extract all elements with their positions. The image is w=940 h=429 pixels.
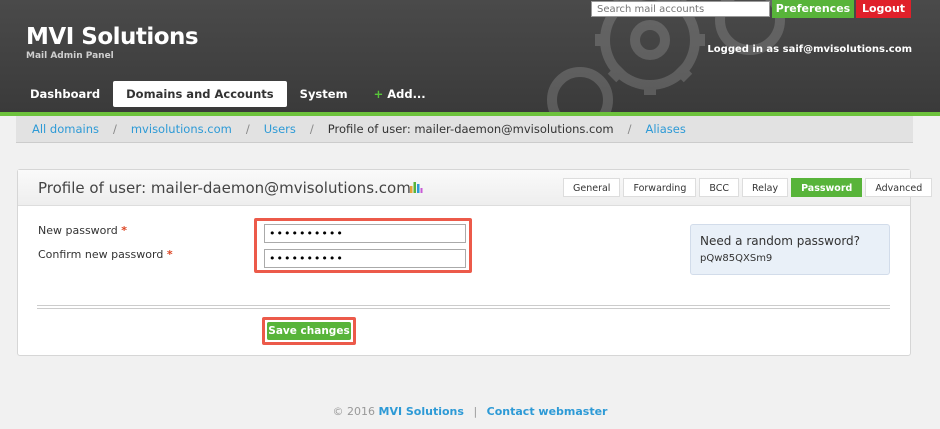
footer: © 2016 MVI Solutions | Contact webmaster bbox=[0, 405, 940, 418]
main-nav: Dashboard Domains and Accounts System + A… bbox=[17, 81, 439, 107]
form-divider bbox=[37, 305, 890, 309]
nav-domains-label: Domains and Accounts bbox=[126, 87, 274, 101]
nav-add-label: Add... bbox=[387, 87, 426, 101]
nav-dashboard-label: Dashboard bbox=[30, 87, 101, 101]
confirm-password-label-text: Confirm new password bbox=[38, 248, 164, 261]
tab-general[interactable]: General bbox=[563, 178, 621, 197]
profile-tabs: General Forwarding BCC Relay Password Ad… bbox=[563, 178, 933, 197]
nav-add[interactable]: + Add... bbox=[361, 81, 439, 107]
breadcrumb-separator: / bbox=[112, 122, 117, 136]
new-password-field[interactable]: •••••••••• bbox=[264, 224, 466, 243]
footer-copyright: © 2016 bbox=[332, 405, 376, 418]
random-password-title: Need a random password? bbox=[700, 234, 861, 248]
tab-bcc[interactable]: BCC bbox=[699, 178, 739, 197]
required-mark: * bbox=[121, 224, 127, 237]
logout-button[interactable]: Logout bbox=[856, 0, 911, 18]
random-password-box: Need a random password? pQw85QXSm9 bbox=[690, 224, 890, 275]
panel-header: Profile of user: mailer-daemon@mvisoluti… bbox=[18, 170, 933, 206]
brand-logo[interactable]: MVI Solutions bbox=[26, 24, 199, 50]
nav-dashboard[interactable]: Dashboard bbox=[17, 81, 113, 107]
breadcrumb-separator: / bbox=[627, 122, 632, 136]
logged-in-status: Logged in as saif@mvisolutions.com bbox=[707, 44, 912, 55]
breadcrumb: All domains / mvisolutions.com / Users /… bbox=[16, 116, 913, 143]
footer-contact-link[interactable]: Contact webmaster bbox=[487, 405, 608, 418]
footer-separator: | bbox=[473, 405, 478, 418]
app-header: MVI Solutions Mail Admin Panel Preferenc… bbox=[0, 0, 940, 113]
nav-system[interactable]: System bbox=[287, 81, 361, 107]
random-password-value[interactable]: pQw85QXSm9 bbox=[700, 253, 772, 264]
brand-tagline: Mail Admin Panel bbox=[26, 51, 114, 61]
breadcrumb-separator: / bbox=[245, 122, 250, 136]
breadcrumb-aliases[interactable]: Aliases bbox=[645, 122, 685, 136]
tab-relay[interactable]: Relay bbox=[741, 178, 789, 197]
stats-icon[interactable] bbox=[409, 180, 423, 194]
new-password-label: New password * bbox=[38, 224, 127, 237]
confirm-password-field[interactable]: •••••••••• bbox=[264, 249, 466, 268]
breadcrumb-current: Profile of user: mailer-daemon@mvisoluti… bbox=[327, 122, 614, 136]
breadcrumb-all-domains[interactable]: All domains bbox=[32, 122, 99, 136]
search-input[interactable] bbox=[591, 1, 770, 17]
footer-company-link[interactable]: MVI Solutions bbox=[379, 405, 464, 418]
new-password-label-text: New password bbox=[38, 224, 118, 237]
plus-icon: + bbox=[373, 87, 384, 101]
tab-forwarding[interactable]: Forwarding bbox=[623, 178, 697, 197]
preferences-button[interactable]: Preferences bbox=[772, 0, 854, 18]
confirm-password-label: Confirm new password * bbox=[38, 248, 173, 261]
breadcrumb-domain[interactable]: mvisolutions.com bbox=[131, 122, 232, 136]
breadcrumb-users[interactable]: Users bbox=[264, 122, 296, 136]
save-changes-button[interactable]: Save changes bbox=[267, 322, 351, 340]
tab-password[interactable]: Password bbox=[791, 178, 863, 197]
breadcrumb-separator: / bbox=[309, 122, 314, 136]
nav-system-label: System bbox=[299, 87, 348, 101]
page-title: Profile of user: mailer-daemon@mvisoluti… bbox=[38, 179, 411, 197]
required-mark: * bbox=[166, 248, 173, 261]
nav-domains-and-accounts[interactable]: Domains and Accounts bbox=[113, 81, 287, 107]
tab-advanced[interactable]: Advanced bbox=[865, 178, 933, 197]
